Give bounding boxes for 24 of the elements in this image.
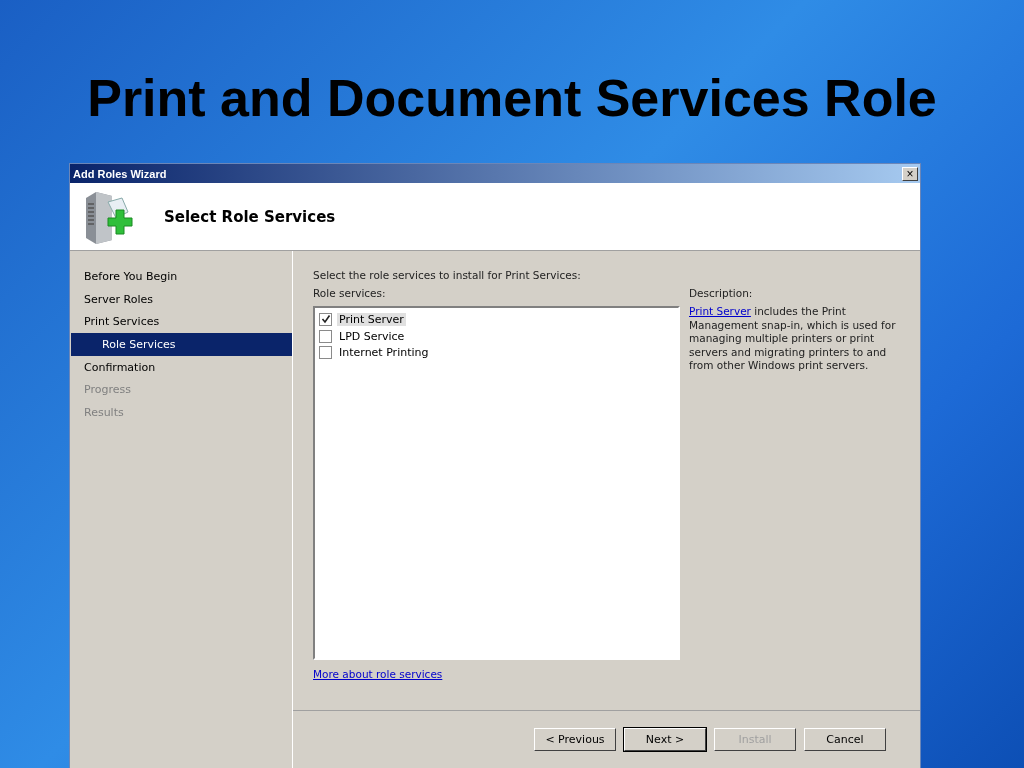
wizard-step[interactable]: Server Roles: [70, 287, 292, 311]
service-label[interactable]: Internet Printing: [337, 346, 431, 360]
close-button[interactable]: ×: [902, 166, 918, 181]
wizard-step[interactable]: Confirmation: [70, 355, 292, 379]
service-label[interactable]: LPD Service: [337, 329, 407, 343]
slide-title: Print and Document Services Role: [87, 68, 937, 129]
wizard-step[interactable]: Print Services: [70, 310, 292, 334]
window-title: Add Roles Wizard: [73, 167, 167, 180]
page-heading: Select Role Services: [164, 207, 336, 226]
wizard-step[interactable]: Before You Begin: [70, 265, 292, 288]
service-label[interactable]: Print Server: [337, 312, 406, 326]
description-text: Print Server includes the Print Management snap-in, which is used for managing multiple printers or print servers and migrating printers to and from other Windows print servers.: [689, 305, 897, 373]
checkbox[interactable]: [319, 346, 332, 360]
description-label: Description:: [689, 287, 754, 299]
list-label: Role services:: [313, 287, 387, 299]
checkbox[interactable]: [319, 329, 332, 343]
checkbox[interactable]: [319, 312, 332, 326]
instruction-text: Select the role services to install for Print Services:: [313, 269, 582, 281]
wizard-button[interactable]: Next >: [624, 728, 706, 751]
wizard-button[interactable]: < Previous: [534, 728, 616, 751]
wizard-button[interactable]: Cancel: [804, 728, 886, 751]
more-info-link[interactable]: More about role services: [313, 668, 443, 680]
wizard-step[interactable]: Role Services: [71, 333, 292, 356]
print-server-link[interactable]: Print Server: [689, 305, 751, 317]
